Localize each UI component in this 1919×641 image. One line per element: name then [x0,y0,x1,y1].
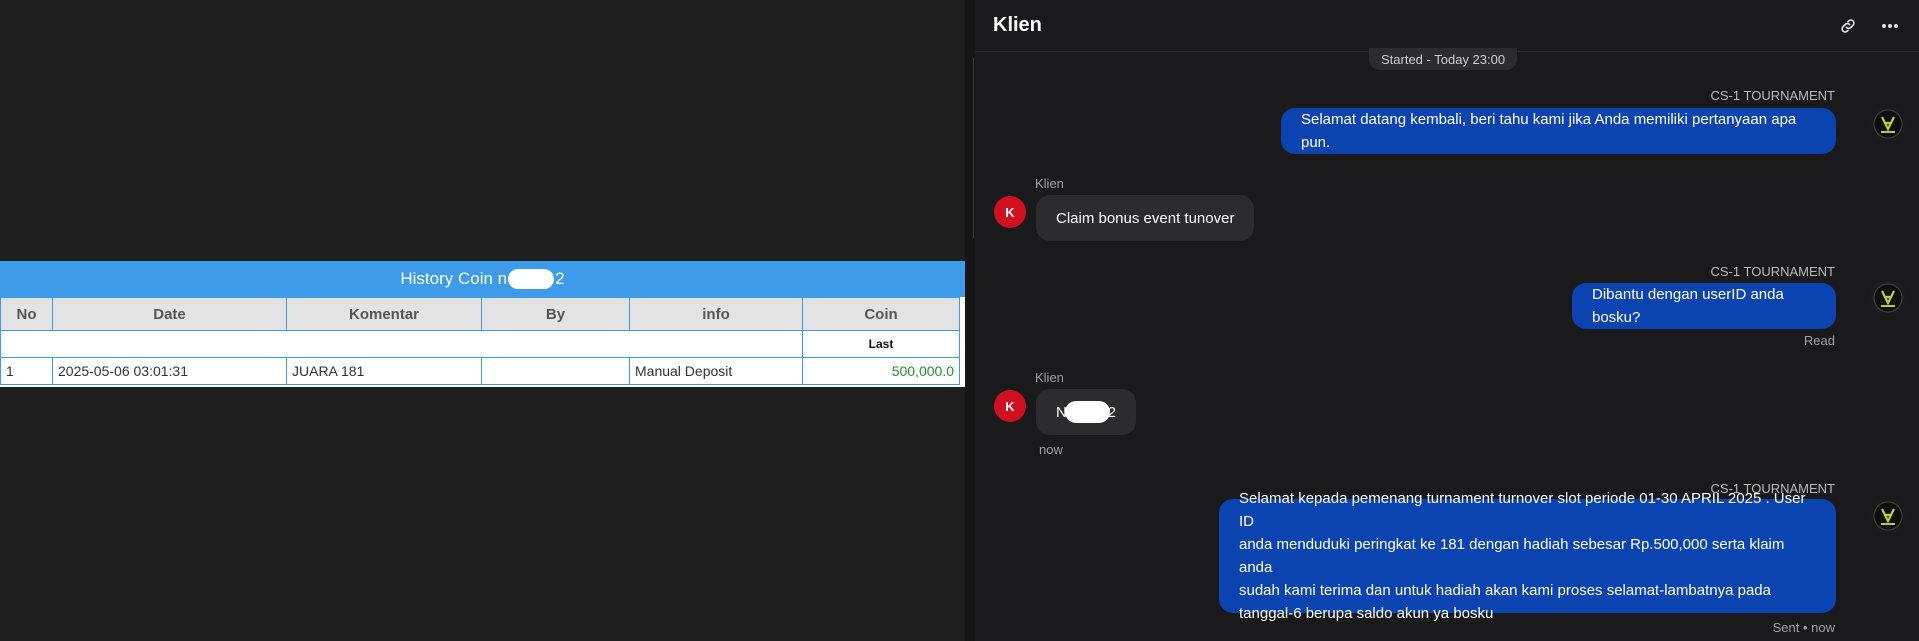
client-avatar: K [994,390,1026,422]
agent-message: Selamat kepada pemenang turnament turnov… [1219,490,1836,622]
sender-name: CS-1 TOURNAMENT [1710,88,1835,103]
sender-name: CS-1 TOURNAMENT [1710,264,1835,279]
cell-by [481,357,630,385]
agent-avatar [1870,498,1906,534]
message-time: now [1039,442,1063,457]
column-header-date: Date [52,297,287,331]
column-header-komentar: Komentar [286,297,482,331]
sent-status: Sent • now [1772,620,1835,635]
history-title: History Coin n 2 [0,261,965,297]
cell-no: 1 [0,357,53,385]
history-coin-panel: History Coin n 2 No Date Komentar By inf… [0,261,965,387]
column-header-no: No [0,297,53,331]
table-header-row: No Date Komentar By info Coin [0,297,960,331]
sender-name: Klien [1035,176,1064,191]
message-line: tanggal-6 berupa saldo akun ya bosku [1239,605,1494,622]
chat-title: Klien [993,14,1042,36]
agent-message: Selamat datang kembali, beri tahu kami j… [1281,108,1836,154]
cell-date: 2025-05-06 03:01:31 [52,357,287,385]
cell-komentar: JUARA 181 [286,357,482,385]
client-message: N 2 [1036,389,1136,435]
more-icon[interactable] [1879,15,1901,37]
table-row: 1 2025-05-06 03:01:31 JUARA 181 Manual D… [0,357,960,385]
read-status: Read [1803,333,1835,348]
cell-info: Manual Deposit [629,357,803,385]
divider-line [973,58,974,238]
column-header-coin: Coin [802,297,960,331]
client-avatar: K [994,196,1026,228]
message-suffix: 2 [1107,403,1116,421]
history-table: No Date Komentar By info Coin Last 1 202… [0,297,960,385]
brand-logo-icon [1873,283,1903,313]
redaction-mark [1064,401,1110,423]
agent-avatar [1870,280,1906,316]
coin-last-label: Last [802,330,960,358]
cell-coin: 500,000.0 [802,357,960,385]
conversation-started-label: Started - Today 23:00 [1369,48,1518,70]
left-panel: History Coin n 2 No Date Komentar By inf… [0,0,965,641]
table-cell [0,330,803,358]
column-header-by: By [481,297,630,331]
screen: History Coin n 2 No Date Komentar By inf… [0,0,1919,641]
chat-header: Klien [975,0,1919,52]
message-line: sudah kami terima dan untuk hadiah akan … [1239,582,1771,599]
column-header-info: info [629,297,803,331]
agent-avatar [1870,106,1906,142]
panel-divider [965,0,975,641]
sender-name: Klien [1035,370,1064,385]
history-title-prefix: History Coin n [400,269,508,288]
redaction-mark [508,269,555,289]
message-line: Selamat kepada pemenang turnament turnov… [1239,490,1806,530]
link-icon[interactable] [1837,15,1859,37]
brand-logo-icon [1873,109,1903,139]
brand-logo-icon [1873,501,1903,531]
chat-panel: Klien Started - Today 23:00 CS-1 TOURNAM… [975,0,1919,641]
message-line: anda menduduki peringkat ke 181 dengan h… [1239,536,1785,576]
history-title-suffix: 2 [555,269,565,288]
agent-message: Dibantu dengan userID anda bosku? [1572,283,1836,329]
table-subheader-row: Last [0,330,960,358]
client-message: Claim bonus event tunover [1036,195,1255,241]
